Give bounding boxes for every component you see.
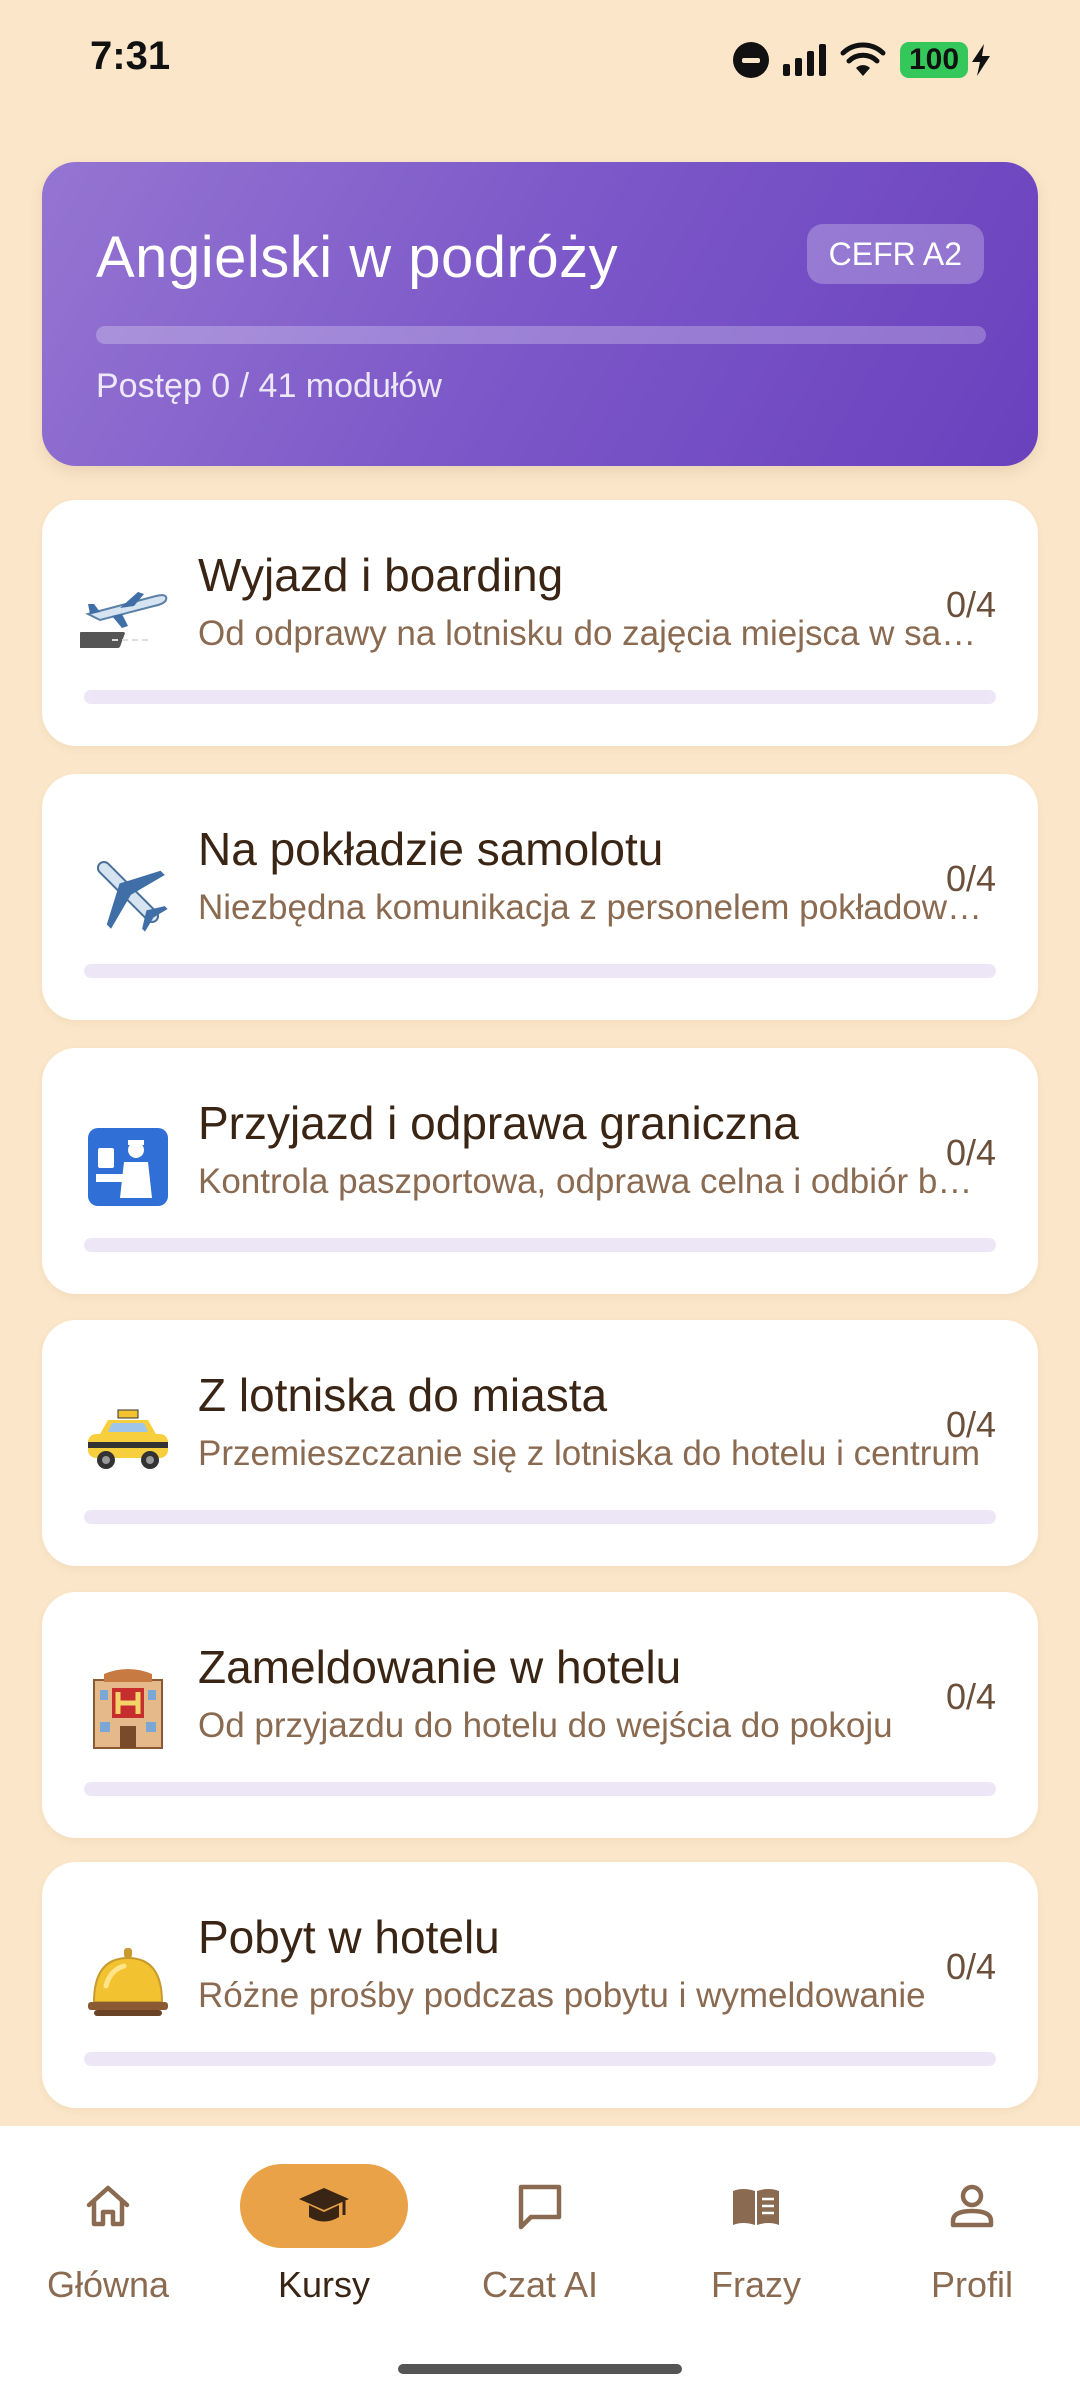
- module-progress-bar: [84, 2052, 996, 2066]
- module-count: 0/4: [945, 858, 996, 899]
- home-icon: [86, 2185, 130, 2227]
- module-count: 0/4: [945, 1404, 996, 1445]
- module-title: Pobyt w hotelu: [198, 1911, 500, 1963]
- nav-icon-container: [240, 2164, 408, 2248]
- module-progress-bar: [84, 964, 996, 978]
- wifi-icon: [840, 42, 886, 76]
- bellhop-bell-icon: [88, 1948, 168, 2016]
- module-title: Z lotniska do miasta: [198, 1369, 608, 1421]
- airplane-icon: [96, 860, 168, 932]
- charging-bolt-icon: [972, 44, 990, 76]
- module-count: 0/4: [945, 1676, 996, 1717]
- course-progress-bar: [96, 326, 986, 344]
- nav-label: Czat AI: [481, 2264, 599, 2305]
- nav-label: Profil: [930, 2264, 1014, 2305]
- bottom-nav: Główna Kursy Czat AI Frazy Profil: [0, 2126, 1080, 2400]
- module-progress-bar: [84, 690, 996, 704]
- graduation-cap-icon: [299, 2188, 349, 2222]
- course-header-card: Angielski w podróży CEFR A2 Postęp 0 / 4…: [42, 162, 1038, 466]
- module-card[interactable]: Z lotniska do miasta Przemieszczanie się…: [42, 1320, 1038, 1566]
- airplane-departure-icon: [80, 592, 168, 648]
- module-description: Od odprawy na lotnisku do zajęcia miejsc…: [198, 614, 984, 653]
- nav-icon-container: [456, 2164, 624, 2248]
- nav-label: Frazy: [711, 2264, 801, 2305]
- module-count: 0/4: [945, 1132, 996, 1173]
- hotel-icon: [93, 1669, 163, 1749]
- nav-item-profile[interactable]: Profil: [864, 2164, 1080, 2324]
- person-icon: [950, 2184, 994, 2228]
- status-icons: 100: [733, 38, 992, 82]
- module-title: Zameldowanie w hotelu: [198, 1641, 682, 1693]
- course-title: Angielski w podróży: [96, 225, 619, 290]
- status-bar: 7:31 100: [0, 0, 1080, 120]
- nav-item-ai-chat[interactable]: Czat AI: [432, 2164, 648, 2324]
- book-icon: [733, 2189, 779, 2225]
- nav-item-courses[interactable]: Kursy: [216, 2164, 432, 2324]
- battery-icon: 100: [900, 42, 992, 78]
- battery-level: 100: [900, 42, 968, 78]
- home-indicator: [398, 2364, 682, 2374]
- nav-item-phrases[interactable]: Frazy: [648, 2164, 864, 2324]
- nav-icon-container: [24, 2164, 192, 2248]
- module-progress-bar: [84, 1238, 996, 1252]
- signal-icon: [783, 44, 826, 76]
- module-title: Wyjazd i boarding: [198, 549, 564, 601]
- level-badge: CEFR A2: [806, 224, 984, 284]
- passport-control-icon: [88, 1128, 168, 1206]
- module-count: 0/4: [945, 1946, 996, 1987]
- module-title: Na pokładzie samolotu: [198, 823, 664, 875]
- module-card[interactable]: Na pokładzie samolotu Niezbędna komunika…: [42, 774, 1038, 1020]
- nav-item-home[interactable]: Główna: [0, 2164, 216, 2324]
- module-title: Przyjazd i odprawa graniczna: [198, 1097, 799, 1149]
- module-card[interactable]: Zameldowanie w hotelu Od przyjazdu do ho…: [42, 1592, 1038, 1838]
- module-description: Przemieszczanie się z lotniska do hotelu…: [198, 1434, 981, 1473]
- module-card[interactable]: Pobyt w hotelu Różne prośby podczas poby…: [42, 1862, 1038, 2108]
- module-description: Od przyjazdu do hotelu do wejścia do pok…: [198, 1706, 893, 1745]
- module-progress-bar: [84, 1510, 996, 1524]
- module-card[interactable]: Przyjazd i odprawa graniczna Kontrola pa…: [42, 1048, 1038, 1294]
- chat-bubble-icon: [518, 2184, 562, 2230]
- module-description: Różne prośby podczas pobytu i wymeldowan…: [198, 1976, 926, 2015]
- taxi-icon: [88, 1409, 168, 1469]
- do-not-disturb-icon: [733, 42, 769, 78]
- module-description: Niezbędna komunikacja z personelem pokła…: [198, 888, 984, 927]
- nav-label: Główna: [46, 2264, 170, 2305]
- nav-label: Kursy: [277, 2264, 371, 2305]
- module-count: 0/4: [945, 584, 996, 625]
- module-description: Kontrola paszportowa, odprawa celna i od…: [198, 1162, 984, 1201]
- module-progress-bar: [84, 1782, 996, 1796]
- nav-icon-container: [888, 2164, 1056, 2248]
- course-progress-text: Postęp 0 / 41 modułów: [96, 367, 442, 405]
- module-card[interactable]: Wyjazd i boarding Od odprawy na lotnisku…: [42, 500, 1038, 746]
- nav-icon-container: [672, 2164, 840, 2248]
- status-time: 7:31: [90, 34, 171, 78]
